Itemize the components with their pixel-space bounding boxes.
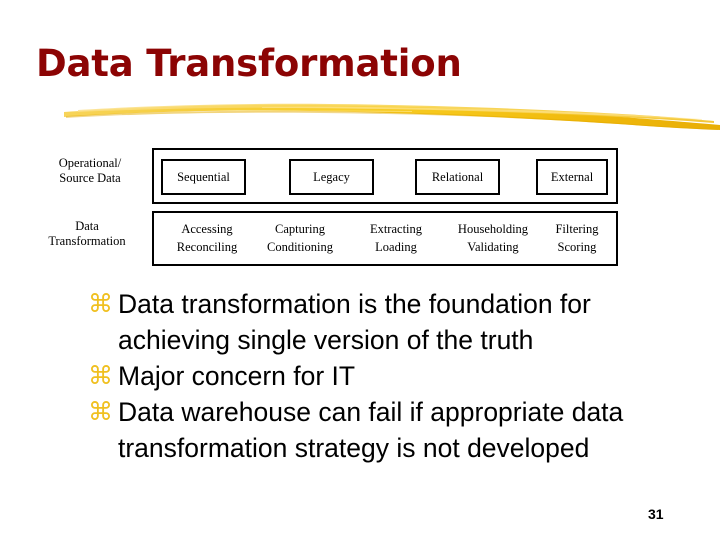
transformation-activity: Conditioning	[267, 240, 333, 254]
bullet-list-item-text: Data warehouse can fail if appropriate d…	[118, 397, 639, 463]
bullet-list-item: ⌘ Data transformation is the foundation …	[88, 286, 688, 358]
transformation-column-householding: Householding Validating	[437, 220, 549, 256]
source-cell-sequential[interactable]: Sequential	[161, 159, 246, 195]
transformation-activity: Loading	[375, 240, 417, 254]
source-cell-label: Relational	[431, 169, 484, 184]
page-number: 31	[648, 506, 664, 522]
row-label-operational-source-data: Operational/ Source Data	[30, 156, 150, 186]
bullet-list-item-text: Major concern for IT	[118, 361, 356, 391]
source-cell-legacy[interactable]: Legacy	[289, 159, 374, 195]
row-label-data-transformation: Data Transformation	[22, 219, 152, 249]
bullet-list-item-text: Data transformation is the foundation fo…	[118, 289, 599, 355]
transformation-column-accessing: Accessing Reconciling	[159, 220, 255, 256]
page-title: Data Transformation	[36, 42, 462, 85]
source-cell-label: Sequential	[177, 169, 230, 184]
transformation-column-capturing: Capturing Conditioning	[248, 220, 352, 256]
transformation-activity: Accessing	[181, 222, 233, 236]
transformation-column-extracting: Extracting Loading	[352, 220, 440, 256]
source-cell-external[interactable]: External	[536, 159, 608, 195]
data-transformation-diagram: Operational/ Source Data Sequential Lega…	[0, 148, 720, 274]
row-label-line1: Data	[75, 219, 99, 233]
transformation-activity: Validating	[467, 240, 519, 254]
transformation-activity: Filtering	[555, 222, 599, 236]
source-cell-relational[interactable]: Relational	[415, 159, 500, 195]
row-label-line2: Source Data	[59, 171, 121, 185]
transformation-activity: Capturing	[275, 222, 325, 236]
transformation-activity: Householding	[457, 222, 529, 236]
data-transformation-row-box: Accessing Reconciling Capturing Conditio…	[152, 211, 618, 266]
bullet-marker-icon: ⌘	[88, 289, 113, 318]
source-cell-label: Legacy	[313, 169, 350, 184]
source-data-row-box: Sequential Legacy Relational External	[152, 148, 618, 204]
slide-canvas: Data Transformation Operational/ Source …	[0, 0, 720, 540]
source-cell-label: External	[550, 169, 594, 184]
bullet-marker-icon: ⌘	[88, 397, 113, 426]
row-label-line1: Operational/	[58, 156, 122, 170]
transformation-activity: Extracting	[369, 222, 423, 236]
transformation-activity: Scoring	[557, 240, 597, 254]
brush-underline-decoration	[64, 103, 720, 130]
bullet-list: ⌘ Data transformation is the foundation …	[88, 286, 688, 466]
row-label-line2: Transformation	[48, 234, 126, 248]
transformation-column-filtering: Filtering Scoring	[541, 220, 613, 256]
bullet-marker-icon: ⌘	[88, 361, 113, 390]
bullet-list-item: ⌘ Data warehouse can fail if appropriate…	[88, 394, 688, 466]
bullet-list-item: ⌘ Major concern for IT	[88, 358, 688, 394]
transformation-activity: Reconciling	[176, 240, 238, 254]
